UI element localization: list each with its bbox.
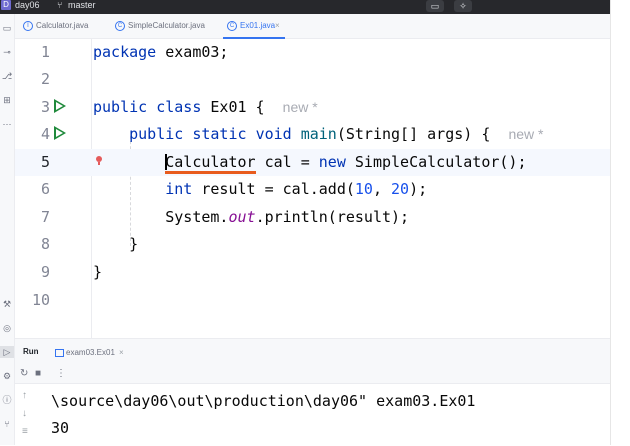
code-line-current[interactable]: 5 Calculator cal = new SimpleCalculator(… [15,149,610,176]
code-text: int result = cal.add(10, 20); [165,180,428,198]
line-number: 4 [40,125,50,143]
code-text: public class Ex01 { new * [93,98,318,116]
author-hint: new * [282,99,318,115]
line-number: 8 [40,235,50,253]
line-number: 7 [40,208,50,226]
console-output[interactable]: ↑ ↓ ≡ \source\day06\out\production\day06… [15,384,610,446]
code-text: package exam03; [93,43,229,61]
console-line: 30 [51,419,70,437]
tab-label: Ex01.java [240,21,276,30]
run-panel-title: Run [23,347,39,356]
line-number: 10 [31,291,50,309]
git-branch-icon: ⑂ [57,0,63,10]
class-icon: C [115,21,125,31]
line-number: 2 [40,70,50,88]
rerun-icon[interactable]: ↻ [20,368,28,380]
ai-assistant-icon[interactable]: ✧ [454,0,472,12]
run-tool-window: Run exam03.Ex01 × ↻ ■ ⋮ ↑ ↓ ≡ \source\da… [15,338,610,446]
more-options-icon[interactable]: ⋮ [56,368,66,380]
title-bar: D day06 ⑂ master ▭ ✧ [0,0,610,14]
project-icon[interactable]: ▭ [0,22,14,34]
code-line[interactable]: 10 [15,287,610,314]
close-icon[interactable]: × [119,347,124,359]
console-icon [55,349,64,357]
code-line[interactable]: 9 } [15,259,610,286]
run-tool-icon[interactable]: ▷ [0,346,14,358]
project-badge[interactable]: D [1,0,11,10]
line-number: 1 [40,43,50,61]
run-gutter-icon[interactable] [54,99,66,113]
console-line: \source\day06\out\production\day06" exam… [51,392,476,410]
run-config-tab[interactable]: exam03.Ex01 × [53,342,138,364]
code-line[interactable]: 6 int result = cal.add(10, 20); [15,176,610,203]
code-text: System.out.println(result); [165,208,410,226]
git-icon[interactable]: ⑂ [0,418,14,430]
line-number: 3 [40,98,50,116]
class-icon: C [227,21,237,31]
code-text: } [93,263,103,281]
editor-tabs: I Calculator.java C SimpleCalculator.jav… [15,14,610,39]
debug-icon[interactable]: ⚙ [0,370,14,382]
structure-icon[interactable]: ⊞ [0,94,14,106]
code-line[interactable]: 7 System.out.println(result); [15,204,610,231]
run-toolbar: ↻ ■ ⋮ [15,365,610,384]
tab-ex01[interactable]: C Ex01.java × [219,14,289,39]
code-text: public static void main(String[] args) {… [129,125,544,143]
tab-label: SimpleCalculator.java [128,21,205,30]
code-line[interactable]: 4 public static void main(String[] args)… [15,121,610,148]
line-number: 9 [40,263,50,281]
window-layout-icon[interactable]: ▭ [426,0,444,12]
code-text: } [129,235,139,253]
code-editor[interactable]: 1 package exam03; 2 3 public class Ex01 … [15,39,610,338]
commit-icon[interactable]: ⊸ [0,46,14,58]
code-line[interactable]: 8 } [15,231,610,258]
line-number: 6 [40,180,50,198]
code-line[interactable]: 3 public class Ex01 { new * [15,94,610,121]
code-text: Calculator cal = new SimpleCalculator(); [93,153,527,174]
tab-simple-calculator[interactable]: C SimpleCalculator.java [107,14,225,38]
services-icon[interactable]: ◎ [0,322,14,334]
error-token: Calculator [165,153,256,174]
interface-icon: I [23,21,33,31]
tab-label: Calculator.java [36,21,89,30]
right-tool-strip [610,0,630,445]
project-name[interactable]: day06 [15,0,40,10]
scroll-up-icon[interactable]: ↑ [22,390,27,402]
line-number: 5 [40,153,50,171]
left-tool-strip: ▭ ⊸ ⎇ ⊞ ⋯ ⚒ ◎ ▷ ⚙ ⓘ ⑂ [0,14,15,445]
author-hint: new * [508,126,544,142]
run-gutter-icon[interactable] [54,126,66,140]
code-line[interactable]: 2 [15,66,610,93]
run-tab-label: exam03.Ex01 [66,348,115,357]
tab-calculator[interactable]: I Calculator.java [15,14,103,38]
scroll-down-icon[interactable]: ↓ [22,408,27,420]
code-line[interactable]: 1 package exam03; [15,39,610,66]
branch-name[interactable]: master [68,0,96,10]
pull-requests-icon[interactable]: ⎇ [0,70,14,82]
soft-wrap-icon[interactable]: ≡ [22,426,28,438]
close-icon[interactable]: × [275,20,280,32]
more-tools-icon[interactable]: ⋯ [0,118,14,130]
build-icon[interactable]: ⚒ [0,298,14,310]
problems-icon[interactable]: ⓘ [0,394,14,406]
stop-icon[interactable]: ■ [35,368,41,380]
